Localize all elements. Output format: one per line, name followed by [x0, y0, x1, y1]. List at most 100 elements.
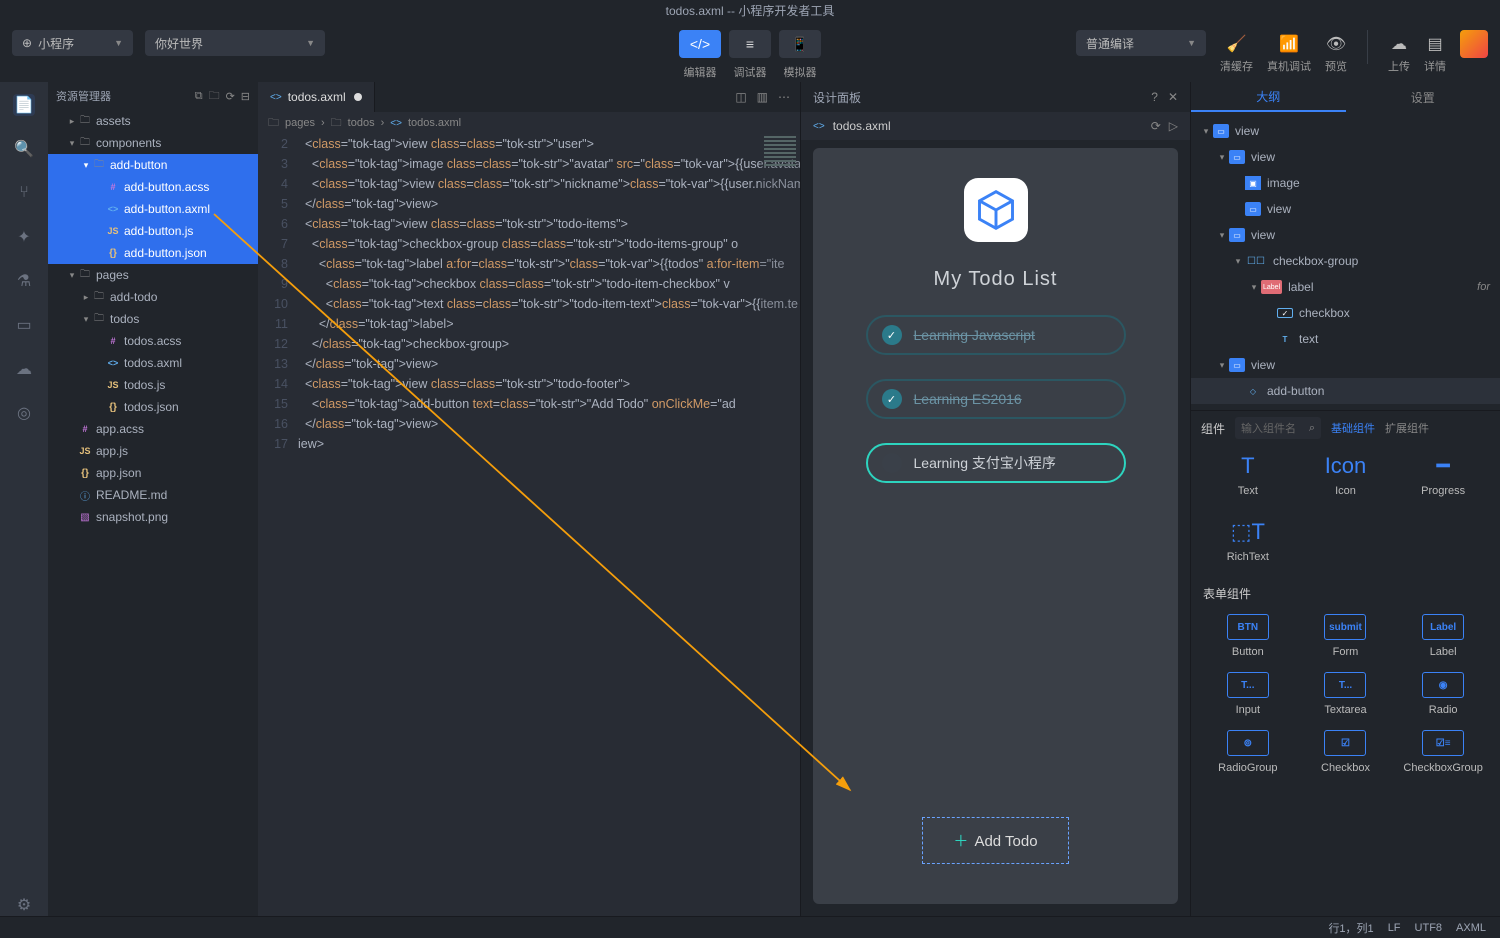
- component-item[interactable]: ☑Checkbox: [1299, 730, 1393, 774]
- file-item[interactable]: JStodos.js: [48, 374, 258, 396]
- todo-item[interactable]: Learning 支付宝小程序: [866, 443, 1126, 483]
- component-item[interactable]: ◉Radio: [1396, 672, 1490, 716]
- breadcrumb-segment[interactable]: todos.axml: [408, 117, 461, 129]
- component-tab-basic[interactable]: 基础组件: [1331, 420, 1375, 436]
- component-item[interactable]: ━Progress: [1396, 453, 1490, 497]
- explorer-icon[interactable]: 📄: [13, 94, 35, 116]
- outline-node[interactable]: ✓checkbox: [1191, 300, 1500, 326]
- new-file-icon[interactable]: ⧉: [195, 90, 203, 103]
- minimap[interactable]: [760, 134, 800, 916]
- breadcrumb[interactable]: 🗀pages›🗀todos›<>todos.axml: [258, 112, 800, 134]
- component-item[interactable]: LabelLabel: [1396, 614, 1490, 658]
- file-item[interactable]: #todos.acss: [48, 330, 258, 352]
- component-item[interactable]: ⬚TRichText: [1201, 519, 1295, 563]
- view-mode-button[interactable]: ≡调试器: [729, 30, 771, 80]
- view-mode-button[interactable]: 📱模拟器: [779, 30, 821, 80]
- lab-icon[interactable]: ⚗: [13, 270, 35, 292]
- refresh-icon[interactable]: ⟳: [226, 90, 235, 103]
- add-todo-button[interactable]: ＋Add Todo: [922, 817, 1068, 864]
- component-item[interactable]: ☑≡CheckboxGroup: [1396, 730, 1490, 774]
- search-icon[interactable]: 🔍: [13, 138, 35, 160]
- toolbar-action-button[interactable]: ▤详情: [1424, 30, 1446, 74]
- outline-node[interactable]: Ttext: [1191, 326, 1500, 352]
- file-item[interactable]: #add-button.acss: [48, 176, 258, 198]
- settings-icon[interactable]: ⚙: [13, 894, 35, 916]
- folder-item[interactable]: ▾🗀pages: [48, 264, 258, 286]
- component-item[interactable]: TText: [1201, 453, 1295, 497]
- todo-item[interactable]: ✓Learning ES2016: [866, 379, 1126, 419]
- layout-icon[interactable]: ▥: [757, 90, 768, 104]
- breadcrumb-segment[interactable]: pages: [285, 117, 315, 129]
- cursor-position[interactable]: 行1，列1: [1328, 920, 1373, 936]
- toolbar-action-button[interactable]: 🧹清缓存: [1220, 30, 1253, 74]
- compile-mode-dropdown[interactable]: 普通编译 ▼: [1076, 30, 1206, 56]
- outline-node[interactable]: ▾☐☐checkbox-group: [1191, 248, 1500, 274]
- language-indicator[interactable]: AXML: [1456, 922, 1486, 934]
- code-editor[interactable]: 234567891011121314151617 <class="tok-tag…: [258, 134, 800, 916]
- checkbox-icon[interactable]: ✓: [882, 325, 902, 345]
- split-editor-icon[interactable]: ◫: [735, 90, 746, 104]
- folder-item[interactable]: ▾🗀todos: [48, 308, 258, 330]
- app-type-dropdown[interactable]: ⊕ 小程序 ▼: [12, 30, 133, 56]
- project-dropdown[interactable]: 你好世界 ▼: [145, 30, 325, 56]
- component-item[interactable]: T...Input: [1201, 672, 1295, 716]
- play-preview-icon[interactable]: ▷: [1169, 119, 1178, 133]
- outline-node[interactable]: ▾▭view: [1191, 352, 1500, 378]
- cloud-icon[interactable]: ☁: [13, 358, 35, 380]
- breadcrumb-segment[interactable]: todos: [348, 117, 375, 129]
- reload-preview-icon[interactable]: ⟳: [1151, 119, 1161, 133]
- todo-item[interactable]: ✓Learning Javascript: [866, 315, 1126, 355]
- panel-tab[interactable]: 大纲: [1191, 82, 1346, 112]
- outline-node[interactable]: ▾▭view: [1191, 118, 1500, 144]
- editor-tab[interactable]: <> todos.axml: [258, 82, 375, 112]
- component-item[interactable]: ⊚RadioGroup: [1201, 730, 1295, 774]
- file-item[interactable]: JSadd-button.js: [48, 220, 258, 242]
- file-item[interactable]: JSapp.js: [48, 440, 258, 462]
- encoding-indicator[interactable]: UTF8: [1415, 922, 1443, 934]
- toolbar-action-button[interactable]: 📶真机调试: [1267, 30, 1311, 74]
- outline-node[interactable]: ◇add-button: [1191, 378, 1500, 404]
- view-mode-button[interactable]: </>编辑器: [679, 30, 721, 80]
- component-item[interactable]: submitForm: [1299, 614, 1393, 658]
- support-icon[interactable]: ◎: [13, 402, 35, 424]
- outline-node[interactable]: ▾▭view: [1191, 144, 1500, 170]
- outline-node[interactable]: ▭view: [1191, 196, 1500, 222]
- file-item[interactable]: {}app.json: [48, 462, 258, 484]
- checkbox-icon[interactable]: ✓: [882, 389, 902, 409]
- extensions-icon[interactable]: ✦: [13, 226, 35, 248]
- component-tab-extended[interactable]: 扩展组件: [1385, 420, 1429, 436]
- close-icon[interactable]: ✕: [1168, 90, 1178, 104]
- file-item[interactable]: ⓘREADME.md: [48, 484, 258, 506]
- file-item[interactable]: <>todos.axml: [48, 352, 258, 374]
- checkbox-icon[interactable]: [882, 453, 902, 473]
- new-folder-icon[interactable]: 🗀: [209, 87, 220, 106]
- toolbar-action-button[interactable]: 👁预览: [1325, 30, 1347, 74]
- file-item[interactable]: #app.acss: [48, 418, 258, 440]
- outline-node[interactable]: ▾Labellabelfor: [1191, 274, 1500, 300]
- component-item[interactable]: T...Textarea: [1299, 672, 1393, 716]
- panel-tab[interactable]: 设置: [1346, 82, 1500, 112]
- simulator-canvas[interactable]: My Todo List ✓Learning Javascript✓Learni…: [813, 148, 1178, 904]
- component-item[interactable]: IconIcon: [1299, 453, 1393, 497]
- outline-node[interactable]: ▣image: [1191, 170, 1500, 196]
- file-item[interactable]: {}add-button.json: [48, 242, 258, 264]
- collapse-icon[interactable]: ⊟: [241, 90, 250, 103]
- folder-item[interactable]: ▸🗀assets: [48, 110, 258, 132]
- file-item[interactable]: <>add-button.axml: [48, 198, 258, 220]
- user-avatar[interactable]: [1460, 30, 1488, 58]
- package-icon[interactable]: ▭: [13, 314, 35, 336]
- more-icon[interactable]: ⋯: [778, 90, 790, 104]
- file-item[interactable]: {}todos.json: [48, 396, 258, 418]
- component-palette: 组件 输入组件名 ⌕ 基础组件 扩展组件 TTextIconIcon━Progr…: [1191, 410, 1500, 788]
- toolbar-action-button[interactable]: ☁上传: [1388, 30, 1410, 74]
- folder-item[interactable]: ▸🗀add-todo: [48, 286, 258, 308]
- component-search-input[interactable]: 输入组件名 ⌕: [1235, 417, 1321, 439]
- git-icon[interactable]: ⑂: [13, 182, 35, 204]
- folder-item[interactable]: ▾🗀components: [48, 132, 258, 154]
- file-item[interactable]: ▧snapshot.png: [48, 506, 258, 528]
- help-icon[interactable]: ?: [1151, 90, 1158, 104]
- component-item[interactable]: BTNButton: [1201, 614, 1295, 658]
- outline-node[interactable]: ▾▭view: [1191, 222, 1500, 248]
- eol-indicator[interactable]: LF: [1388, 922, 1401, 934]
- folder-item[interactable]: ▾🗀add-button: [48, 154, 258, 176]
